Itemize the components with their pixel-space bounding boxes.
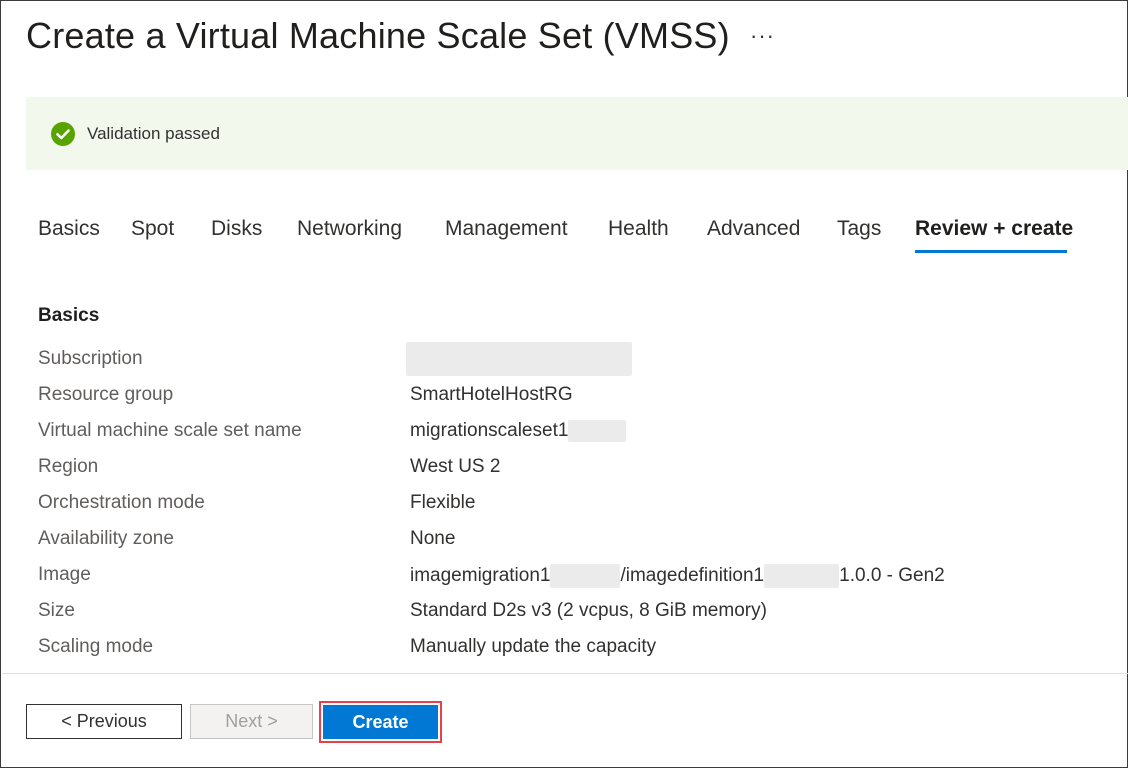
next-button[interactable]: Next > bbox=[190, 704, 313, 739]
more-options-icon[interactable]: ··· bbox=[750, 23, 775, 49]
summary-row-scaling-mode: Scaling mode Manually update the capacit… bbox=[38, 636, 1038, 660]
redacted-value bbox=[764, 564, 840, 588]
validation-message: Validation passed bbox=[87, 123, 220, 143]
summary-row-vmss-name: Virtual machine scale set name migration… bbox=[38, 420, 1038, 444]
redacted-value bbox=[550, 564, 621, 588]
redacted-value bbox=[406, 342, 632, 376]
row-label: Virtual machine scale set name bbox=[38, 420, 302, 441]
row-label: Availability zone bbox=[38, 528, 174, 549]
section-title: Basics bbox=[38, 305, 100, 326]
tab-disks[interactable]: Disks bbox=[211, 217, 262, 241]
row-value: migrationscaleset1 bbox=[410, 420, 627, 442]
row-label: Region bbox=[38, 456, 99, 477]
tab-basics[interactable]: Basics bbox=[38, 217, 100, 241]
tab-management[interactable]: Management bbox=[445, 217, 568, 241]
window-frame: Create a Virtual Machine Scale Set (VMSS… bbox=[0, 0, 1128, 768]
row-label: Subscription bbox=[38, 348, 143, 369]
active-tab-indicator bbox=[915, 250, 1067, 253]
summary-row-availability-zone: Availability zone None bbox=[38, 528, 1038, 552]
row-label: Size bbox=[38, 600, 75, 621]
tab-tags[interactable]: Tags bbox=[837, 217, 881, 241]
row-label: Image bbox=[38, 564, 91, 585]
image-gallery-text: imagemigration1 bbox=[410, 565, 551, 586]
summary-row-subscription: Subscription bbox=[38, 342, 1038, 376]
summary-row-image: Image imagemigration1 /imagedefinition1 … bbox=[38, 564, 1038, 588]
summary-row-region: Region West US 2 bbox=[38, 456, 1038, 480]
row-label: Orchestration mode bbox=[38, 492, 205, 513]
summary-row-orchestration-mode: Orchestration mode Flexible bbox=[38, 492, 1038, 516]
row-value: West US 2 bbox=[410, 456, 501, 477]
row-value: Manually update the capacity bbox=[410, 636, 657, 657]
page-title: Create a Virtual Machine Scale Set (VMSS… bbox=[26, 15, 730, 56]
validation-banner: Validation passed bbox=[26, 97, 1128, 170]
row-value bbox=[406, 342, 632, 376]
row-value: SmartHotelHostRG bbox=[410, 384, 573, 405]
row-value: imagemigration1 /imagedefinition1 1.0.0 … bbox=[410, 564, 945, 588]
redacted-value bbox=[568, 420, 627, 442]
tab-advanced[interactable]: Advanced bbox=[707, 217, 800, 241]
tab-networking[interactable]: Networking bbox=[297, 217, 402, 241]
summary-row-size: Size Standard D2s v3 (2 vcpus, 8 GiB mem… bbox=[38, 600, 1038, 624]
row-value: Flexible bbox=[410, 492, 476, 513]
row-label: Scaling mode bbox=[38, 636, 154, 657]
image-version-text: 1.0.0 - Gen2 bbox=[839, 565, 945, 586]
image-definition-text: /imagedefinition1 bbox=[620, 565, 765, 586]
summary-row-resource-group: Resource group SmartHotelHostRG bbox=[38, 384, 1038, 408]
check-circle-icon bbox=[51, 121, 75, 146]
previous-button[interactable]: < Previous bbox=[26, 704, 182, 739]
create-button[interactable]: Create bbox=[323, 705, 438, 739]
vmss-name-text: migrationscaleset1 bbox=[410, 420, 569, 441]
footer-divider bbox=[2, 673, 1128, 674]
tab-review-create[interactable]: Review + create bbox=[915, 217, 1073, 241]
tab-health[interactable]: Health bbox=[608, 217, 669, 241]
row-label: Resource group bbox=[38, 384, 174, 405]
row-value: None bbox=[410, 528, 456, 549]
row-value: Standard D2s v3 (2 vcpus, 8 GiB memory) bbox=[410, 600, 767, 621]
tab-spot[interactable]: Spot bbox=[131, 217, 174, 241]
